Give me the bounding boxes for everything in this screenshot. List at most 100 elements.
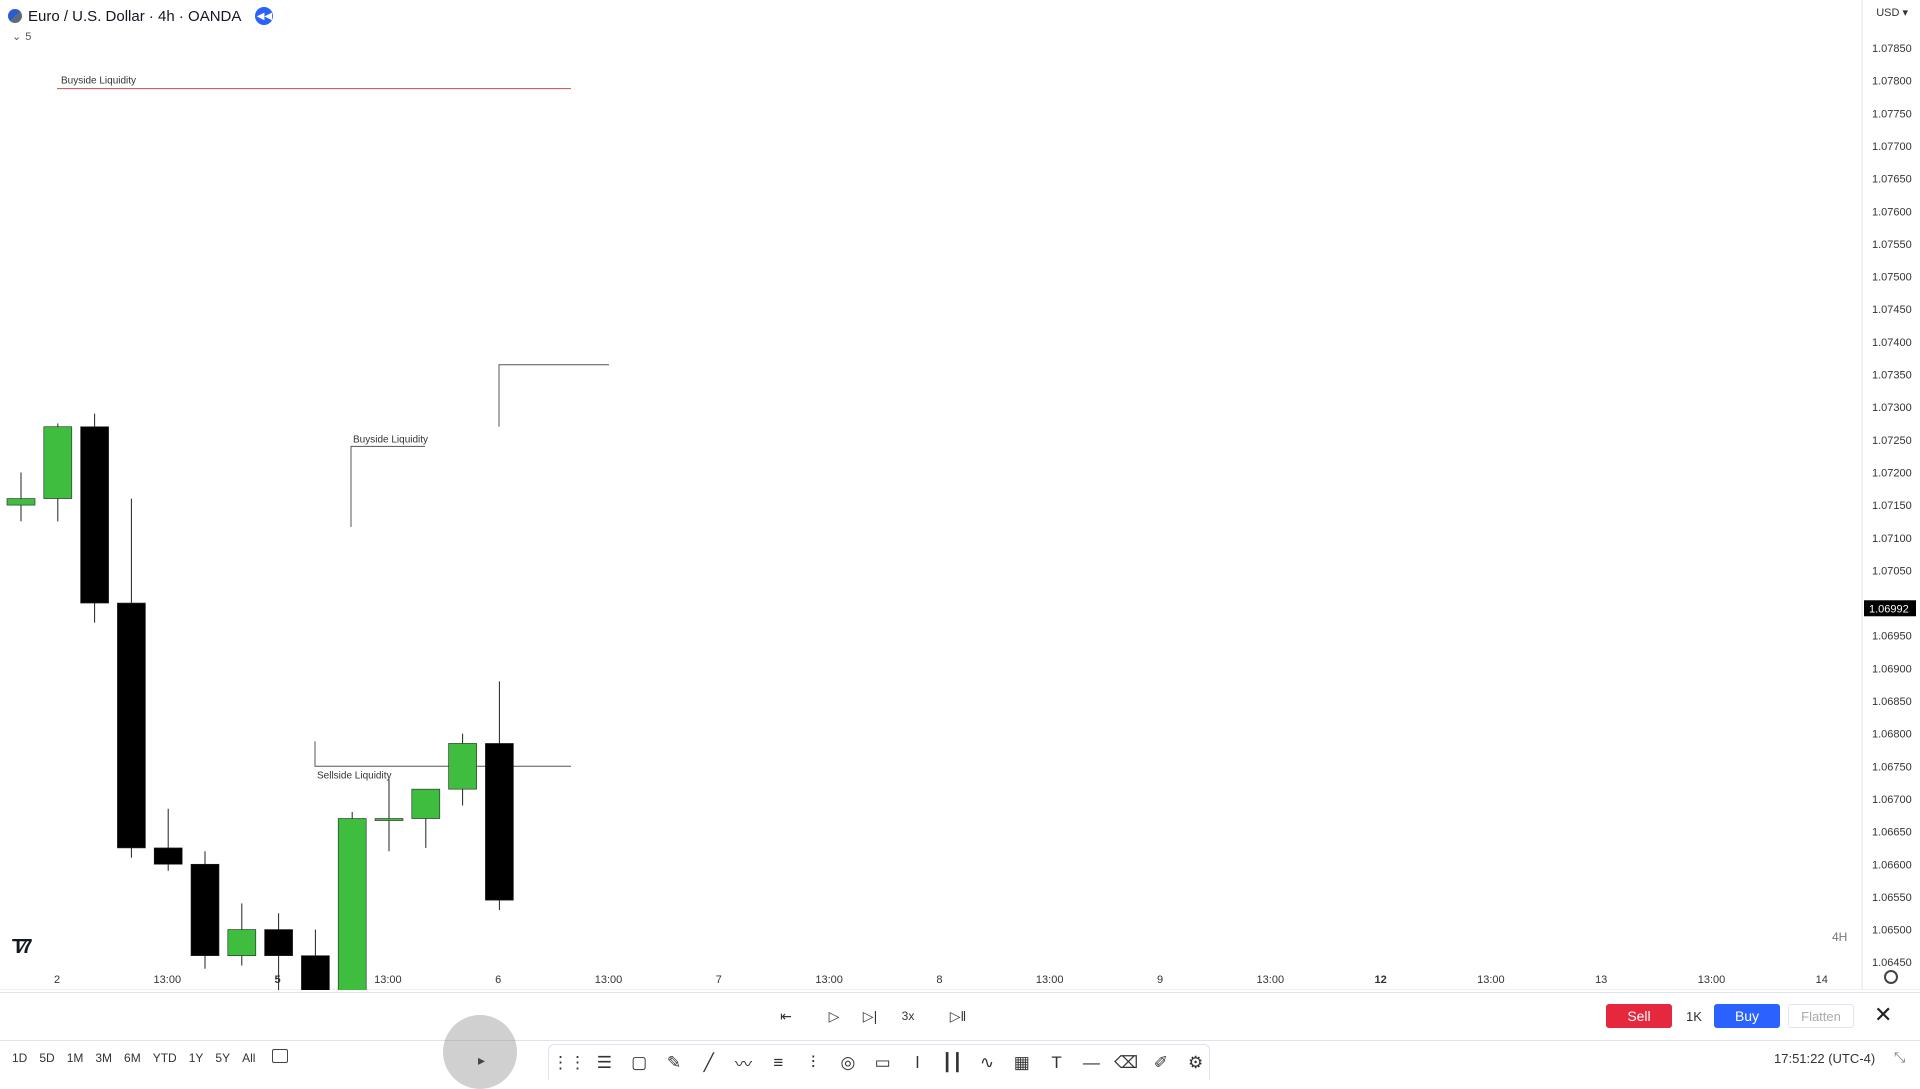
candle-up[interactable] (337, 818, 367, 990)
price-tick-label: 1.07700 (1872, 141, 1912, 153)
price-tick-label: 1.06750 (1872, 761, 1912, 773)
expand-icon[interactable]: ⤡ (1894, 1049, 1905, 1066)
price-tick-label: 1.07050 (1872, 565, 1912, 577)
drawing-toolbar: ⋮⋮ ☰ ▢ ✎ ╱ 〰 ≡ ⫶ ◎ ▭ ǀ ┃┃ ∿ ▦ T — ⌫ ✐ ⚙ (548, 1044, 1210, 1080)
price-tick-label: 1.07150 (1872, 500, 1912, 512)
indicators-collapse-toggle[interactable]: ⌄ 5 (12, 30, 32, 44)
price-tick-label: 1.07650 (1872, 174, 1912, 186)
time-tick-label: 13:00 (1257, 974, 1285, 986)
buy-button[interactable]: Buy (1714, 1004, 1780, 1028)
sellside-liquidity-label: Sellside Liquidity (317, 770, 392, 781)
replay-speed-button[interactable]: 3x (898, 1005, 918, 1027)
circle-icon[interactable]: ◎ (834, 1049, 861, 1077)
date-ranges: 1D 5D 1M 3M 6M YTD 1Y 5Y All (12, 1051, 255, 1065)
price-tick-label: 1.06500 (1872, 925, 1912, 937)
grip-icon[interactable]: ⋮⋮ (552, 1049, 586, 1077)
settings-gear-icon[interactable]: ⚙ (1182, 1049, 1209, 1077)
candle-up[interactable] (411, 788, 441, 819)
candle-up[interactable] (43, 426, 73, 499)
candle-down[interactable] (264, 929, 293, 956)
candle-down[interactable] (190, 863, 220, 956)
candle-down[interactable] (117, 602, 146, 849)
price-tick-label: 1.06950 (1872, 631, 1912, 643)
candle-up[interactable] (227, 929, 257, 956)
polyline-icon[interactable]: 〰 (730, 1049, 757, 1077)
replay-mode-icon[interactable]: ◀◀ (255, 7, 274, 25)
range-5d[interactable]: 5D (39, 1051, 54, 1065)
time-tick-label: 7 (716, 974, 722, 986)
time-tick-label: 6 (495, 974, 501, 986)
flatten-button[interactable]: Flatten (1788, 1004, 1854, 1028)
range-ytd[interactable]: YTD (153, 1051, 177, 1065)
grid-icon[interactable]: ▦ (1008, 1049, 1035, 1077)
candle-up[interactable] (448, 743, 477, 790)
time-tick-label: 13:00 (154, 974, 182, 986)
eraser-icon[interactable]: ⌫ (1113, 1049, 1140, 1077)
range-5y[interactable]: 5Y (215, 1051, 230, 1065)
text-icon[interactable]: T (1043, 1049, 1070, 1077)
tradingview-logo-icon[interactable]: T⁄7 (12, 936, 33, 959)
range-all[interactable]: All (242, 1051, 255, 1065)
buyside-liquidity-label: Buyside Liquidity (61, 76, 136, 87)
vertical-line-icon[interactable]: ǀ (904, 1049, 931, 1077)
range-6m[interactable]: 6M (124, 1051, 141, 1065)
price-tick-label: 1.07800 (1872, 76, 1912, 88)
price-tick-label: 1.06850 (1872, 696, 1912, 708)
mouse-cursor-icon: ▸ (478, 1052, 486, 1068)
price-tick-label: 1.07750 (1872, 108, 1912, 120)
candle-up[interactable] (374, 818, 404, 821)
horizontal-ray-icon[interactable]: — (1078, 1049, 1105, 1077)
candle-down[interactable] (301, 955, 330, 990)
play-icon[interactable]: ▷ (824, 1005, 844, 1027)
clock[interactable]: 17:51:22 (UTC-4) (1774, 1051, 1875, 1066)
range-1y[interactable]: 1Y (189, 1051, 204, 1065)
timeframe-watermark: 4H (1832, 930, 1848, 944)
candle-down[interactable] (485, 743, 514, 901)
candle-down[interactable] (80, 426, 109, 604)
parallel-channel-icon[interactable]: ≡ (765, 1049, 792, 1077)
currency-selector[interactable]: USD ▾ (1876, 6, 1908, 19)
calendar-icon[interactable] (272, 1049, 288, 1063)
candle-up[interactable] (6, 498, 36, 506)
chart-settings-icon[interactable] (1884, 970, 1898, 984)
price-tick-label: 1.06450 (1872, 957, 1912, 969)
current-price-label: 1.06992 (1864, 600, 1916, 617)
time-tick-label: 14 (1816, 974, 1828, 986)
eur-usd-flag-icon (8, 9, 22, 23)
price-tick-label: 1.06550 (1872, 892, 1912, 904)
candle-down[interactable] (153, 847, 183, 865)
sell-button[interactable]: Sell (1606, 1004, 1672, 1028)
price-tick-label: 1.07850 (1872, 43, 1912, 55)
jump-to-start-icon[interactable]: ⇤ (776, 1005, 796, 1027)
symbol-legend[interactable]: Euro / U.S. Dollar · 4h · OANDA ◀◀ (8, 6, 274, 26)
price-tick-label: 1.06600 (1872, 859, 1912, 871)
horizontal-lines-icon[interactable]: ☰ (591, 1049, 618, 1077)
magic-pen-icon[interactable]: ✐ (1148, 1049, 1175, 1077)
bars-pattern-icon[interactable]: ┃┃ (939, 1049, 966, 1077)
indicator-count: 5 (25, 30, 32, 43)
step-forward-icon[interactable]: ▷| (860, 1005, 880, 1027)
rectangle-icon[interactable]: ▢ (626, 1049, 653, 1077)
chevron-down-icon: ⌄ (12, 31, 22, 43)
callout-icon[interactable]: ▭ (869, 1049, 896, 1077)
symbol-title[interactable]: Euro / U.S. Dollar · 4h · OANDA (28, 8, 241, 25)
quantity-field[interactable]: 1K (1678, 1004, 1710, 1028)
jump-to-realtime-icon[interactable]: ▷‖ (948, 1005, 968, 1027)
time-tick-label: 13:00 (1477, 974, 1505, 986)
time-tick-label: 13:00 (1036, 974, 1064, 986)
close-icon[interactable]: ✕ (1874, 1003, 1892, 1027)
trend-line-icon[interactable]: ╱ (695, 1049, 722, 1077)
price-tick-label: 1.07300 (1872, 402, 1912, 414)
price-chart[interactable]: 1.07850 1.07800 1.07750 1.07700 1.07650 1.076… (0, 0, 1920, 990)
curve-icon[interactable]: ∿ (974, 1049, 1001, 1077)
time-tick-label: 13:00 (1698, 974, 1726, 986)
price-tick-label: 1.07450 (1872, 304, 1912, 316)
range-3m[interactable]: 3M (95, 1051, 112, 1065)
price-axis[interactable]: 1.07850 1.07800 1.07750 1.07700 1.07650 1.076… (1872, 43, 1912, 969)
brush-icon[interactable]: ✎ (661, 1049, 688, 1077)
regression-icon[interactable]: ⫶ (800, 1049, 827, 1077)
range-1d[interactable]: 1D (12, 1051, 27, 1065)
range-1m[interactable]: 1M (67, 1051, 84, 1065)
time-tick-label: 8 (936, 974, 942, 986)
time-tick-label: 12 (1374, 974, 1386, 986)
